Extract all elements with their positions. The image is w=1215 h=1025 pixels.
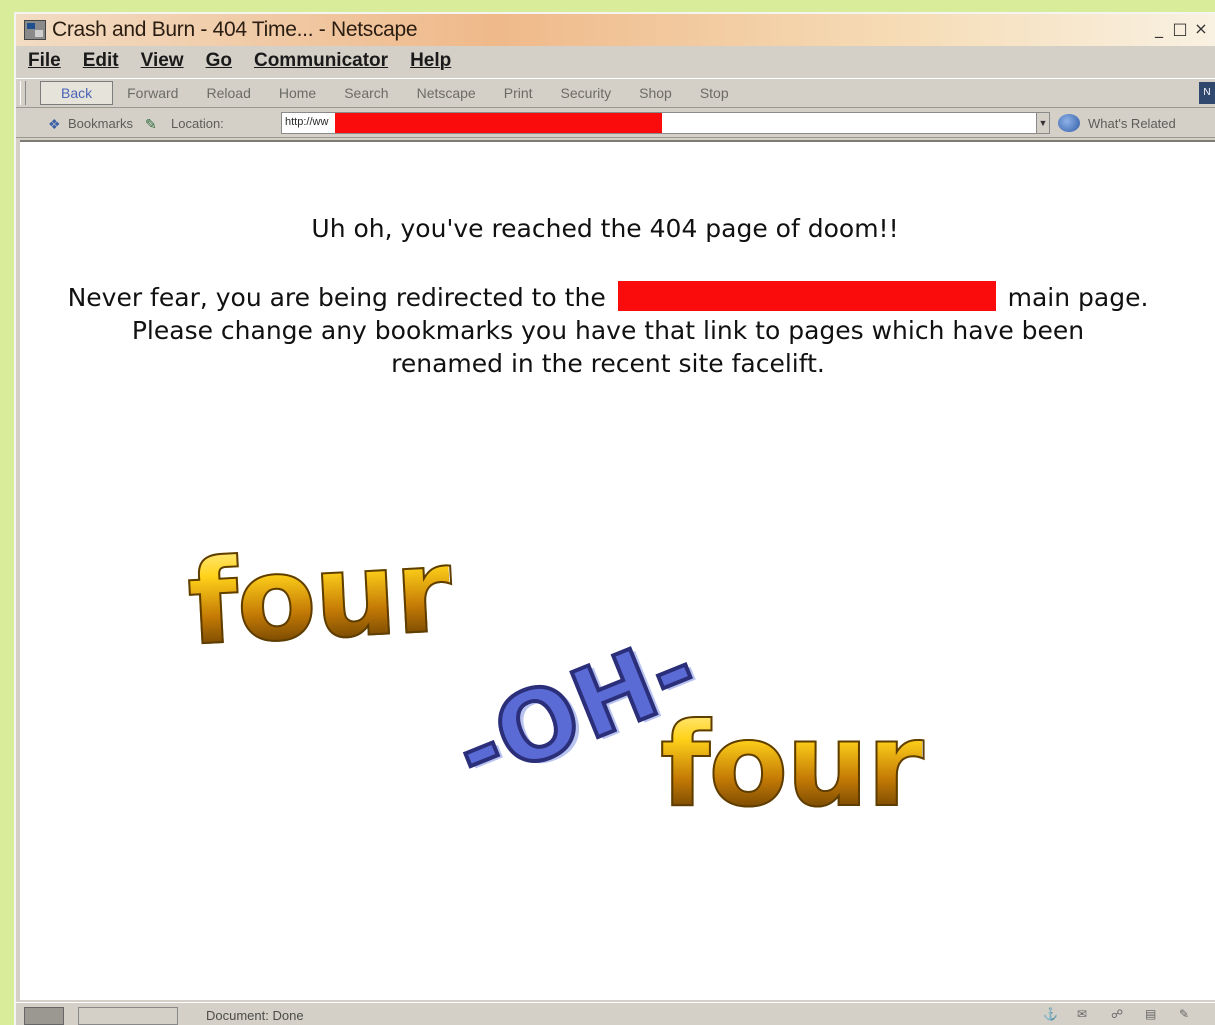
bookmarks-icon[interactable]: ❖ [48,116,68,132]
progress-bar [78,1006,178,1025]
page-headline: Uh oh, you've reached the 404 page of do… [311,214,899,243]
site-name-redaction [617,281,996,311]
menu-edit[interactable]: Edit [83,50,119,72]
minimize-button[interactable]: _ [1149,20,1169,40]
redirect-text-before: Never fear, you are being redirected to … [67,283,606,312]
search-button[interactable]: Search [344,85,388,101]
home-button[interactable]: Home [279,85,316,101]
component-bar: ⚓ ✉ ☍ ▤ ✎ [1043,1007,1195,1021]
title-bar[interactable]: Crash and Burn - 404 Time... - Netscape … [16,14,1215,46]
url-text: http://ww [285,116,329,128]
location-label: Location: [171,116,224,131]
page-proxy-icon[interactable]: ✎ [145,116,159,132]
menu-bar: File Edit View Go Communicator Help [16,48,1215,74]
logo-four-top: four [184,522,455,673]
mail-icon[interactable]: ✉ [1077,1007,1093,1021]
bookmarks-button[interactable]: Bookmarks [68,116,133,131]
url-redaction [335,113,662,133]
shop-button[interactable]: Shop [639,85,672,101]
page-viewport[interactable]: Uh oh, you've reached the 404 page of do… [20,140,1215,1000]
security-lock-icon[interactable] [24,1006,64,1025]
menu-file[interactable]: File [28,50,61,72]
toolbar-grip[interactable] [20,81,26,105]
close-button[interactable]: × [1191,20,1211,40]
whats-related-button[interactable]: What's Related [1058,110,1176,136]
newsgroups-icon[interactable]: ☍ [1111,1007,1127,1021]
netscape-logo-icon[interactable]: N [1199,82,1215,104]
redirect-text-after: main page. [1007,283,1149,312]
logo-four-bottom: four [659,697,925,834]
redirect-message: Never fear, you are being redirected to … [20,281,1196,380]
stop-button[interactable]: Stop [700,85,729,101]
whats-related-label: What's Related [1088,115,1176,131]
status-bar: Document: Done ⚓ ✉ ☍ ▤ ✎ [16,1002,1215,1025]
navigator-icon[interactable]: ⚓ [1043,1007,1059,1021]
whats-related-icon [1058,114,1080,132]
maximize-button[interactable]: □ [1170,20,1190,40]
location-toolbar: ❖ Bookmarks ✎ Location: http://ww ▼ What… [16,110,1215,138]
composer-icon[interactable]: ✎ [1179,1007,1195,1021]
url-input[interactable]: http://ww [281,112,1045,134]
window-controls: _ □ × [1149,20,1211,40]
redirect-line-3: renamed in the recent site facelift. [391,349,825,378]
reload-button[interactable]: Reload [206,85,250,101]
url-dropdown-icon[interactable]: ▼ [1036,112,1050,134]
netscape-button[interactable]: Netscape [417,85,476,101]
forward-button[interactable]: Forward [127,85,178,101]
address-book-icon[interactable]: ▤ [1145,1007,1161,1021]
redirect-line-2: Please change any bookmarks you have tha… [131,316,1085,345]
netscape-app-icon[interactable] [24,20,46,40]
browser-window: Crash and Burn - 404 Time... - Netscape … [14,12,1215,1025]
security-button[interactable]: Security [561,85,612,101]
navigation-toolbar: Back Forward Reload Home Search Netscape… [16,78,1215,108]
menu-view[interactable]: View [141,50,184,72]
menu-communicator[interactable]: Communicator [254,50,388,72]
print-button[interactable]: Print [504,85,533,101]
menu-go[interactable]: Go [206,50,232,72]
window-title: Crash and Burn - 404 Time... - Netscape [52,18,418,41]
menu-help[interactable]: Help [410,50,451,72]
status-text: Document: Done [206,1008,304,1023]
back-button[interactable]: Back [40,81,114,105]
